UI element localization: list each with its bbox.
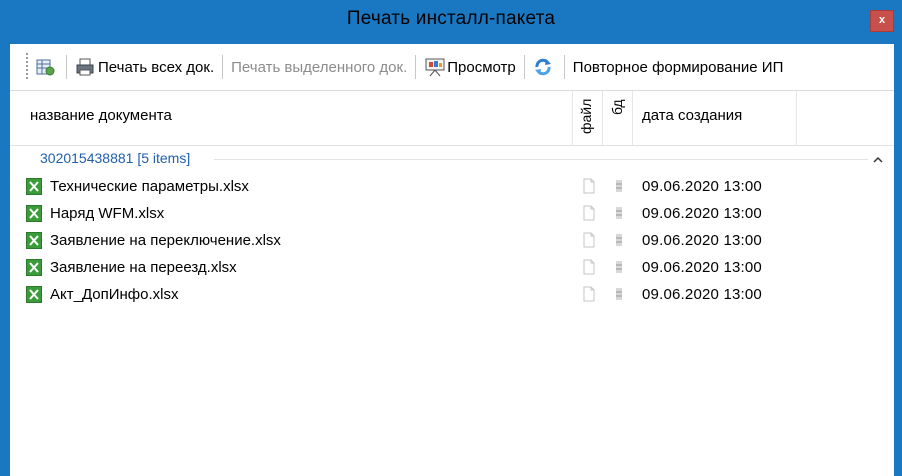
- preview-button[interactable]: Просмотр: [421, 52, 519, 82]
- excel-file-icon: [26, 286, 42, 303]
- table-row[interactable]: Заявление на переключение.xlsx 09.06.202…: [10, 228, 894, 255]
- database-icon: [613, 178, 625, 194]
- window-title: Печать инсталл-пакета: [346, 8, 556, 29]
- group-row[interactable]: 302015438881 [5 items]: [10, 150, 894, 172]
- toolbar-separator: [563, 55, 565, 79]
- grid-settings-icon: [35, 57, 55, 77]
- column-header-file[interactable]: файл: [575, 99, 597, 139]
- print-all-button[interactable]: Печать всех док.: [72, 52, 217, 82]
- toolbar-separator: [66, 55, 67, 79]
- refresh-icon: [533, 57, 553, 77]
- table-row[interactable]: Заявление на переезд.xlsx 09.06.2020 13:…: [10, 255, 894, 282]
- print-selected-button[interactable]: Печать выделенного док.: [228, 52, 410, 82]
- column-header-date[interactable]: дата создания: [642, 107, 742, 124]
- chevron-up-icon[interactable]: [870, 152, 886, 168]
- excel-file-icon: [26, 232, 42, 249]
- column-divider[interactable]: [572, 91, 573, 145]
- document-name: Заявление на переключение.xlsx: [50, 232, 281, 249]
- toolbar-separator: [415, 55, 417, 79]
- database-icon: [613, 205, 625, 221]
- column-divider[interactable]: [796, 91, 797, 145]
- excel-file-icon: [26, 259, 42, 276]
- toolbar-grip[interactable]: [26, 53, 28, 81]
- document-list: Технические параметры.xlsx 09.06.2020 13…: [10, 174, 894, 309]
- database-icon: [613, 286, 625, 302]
- refresh-button[interactable]: [530, 52, 559, 82]
- file-page-icon: [582, 259, 596, 275]
- excel-file-icon: [26, 178, 42, 195]
- excel-file-icon: [26, 205, 42, 222]
- group-divider: [214, 159, 868, 160]
- print-all-label: Печать всех док.: [98, 58, 215, 76]
- preview-label: Просмотр: [447, 58, 516, 76]
- close-button[interactable]: x: [870, 10, 894, 32]
- database-icon: [613, 232, 625, 248]
- document-date: 09.06.2020 13:00: [642, 286, 762, 303]
- toolbar-separator: [523, 55, 525, 79]
- presentation-board-icon: [424, 57, 445, 77]
- document-name: Наряд WFM.xlsx: [50, 205, 165, 222]
- column-header-name[interactable]: название документа: [30, 107, 172, 124]
- file-page-icon: [582, 178, 596, 194]
- document-name: Акт_ДопИнфо.xlsx: [50, 286, 179, 303]
- column-header-db[interactable]: бд: [606, 99, 628, 139]
- file-page-icon: [582, 286, 596, 302]
- print-selected-label: Печать выделенного док.: [231, 58, 408, 76]
- document-date: 09.06.2020 13:00: [642, 232, 762, 249]
- table-row[interactable]: Акт_ДопИнфо.xlsx 09.06.2020 13:00: [10, 282, 894, 309]
- database-icon: [613, 259, 625, 275]
- document-date: 09.06.2020 13:00: [642, 178, 762, 195]
- regenerate-label: Повторное формирование ИП: [572, 58, 784, 76]
- printer-icon: [75, 57, 95, 77]
- group-label: 302015438881 [5 items]: [40, 150, 191, 166]
- title-bar[interactable]: Печать инсталл-пакета x: [0, 0, 902, 44]
- document-name: Технические параметры.xlsx: [50, 178, 249, 195]
- regenerate-button[interactable]: Повторное формирование ИП: [570, 52, 787, 82]
- print-install-package-window: Печать инсталл-пакета x Печать всех док.…: [0, 0, 902, 476]
- column-divider[interactable]: [602, 91, 603, 145]
- document-date: 09.06.2020 13:00: [642, 259, 762, 276]
- table-row[interactable]: Наряд WFM.xlsx 09.06.2020 13:00: [10, 201, 894, 228]
- grid-header: название документа файл бд дата создания: [10, 91, 894, 146]
- column-divider[interactable]: [632, 91, 633, 145]
- file-page-icon: [582, 232, 596, 248]
- toolbar: Печать всех док. Печать выделенного док.…: [10, 44, 894, 91]
- document-date: 09.06.2020 13:00: [642, 205, 762, 222]
- file-page-icon: [582, 205, 596, 221]
- settings-button[interactable]: [32, 52, 61, 82]
- document-name: Заявление на переезд.xlsx: [50, 259, 237, 276]
- toolbar-separator: [222, 55, 224, 79]
- table-row[interactable]: Технические параметры.xlsx 09.06.2020 13…: [10, 174, 894, 201]
